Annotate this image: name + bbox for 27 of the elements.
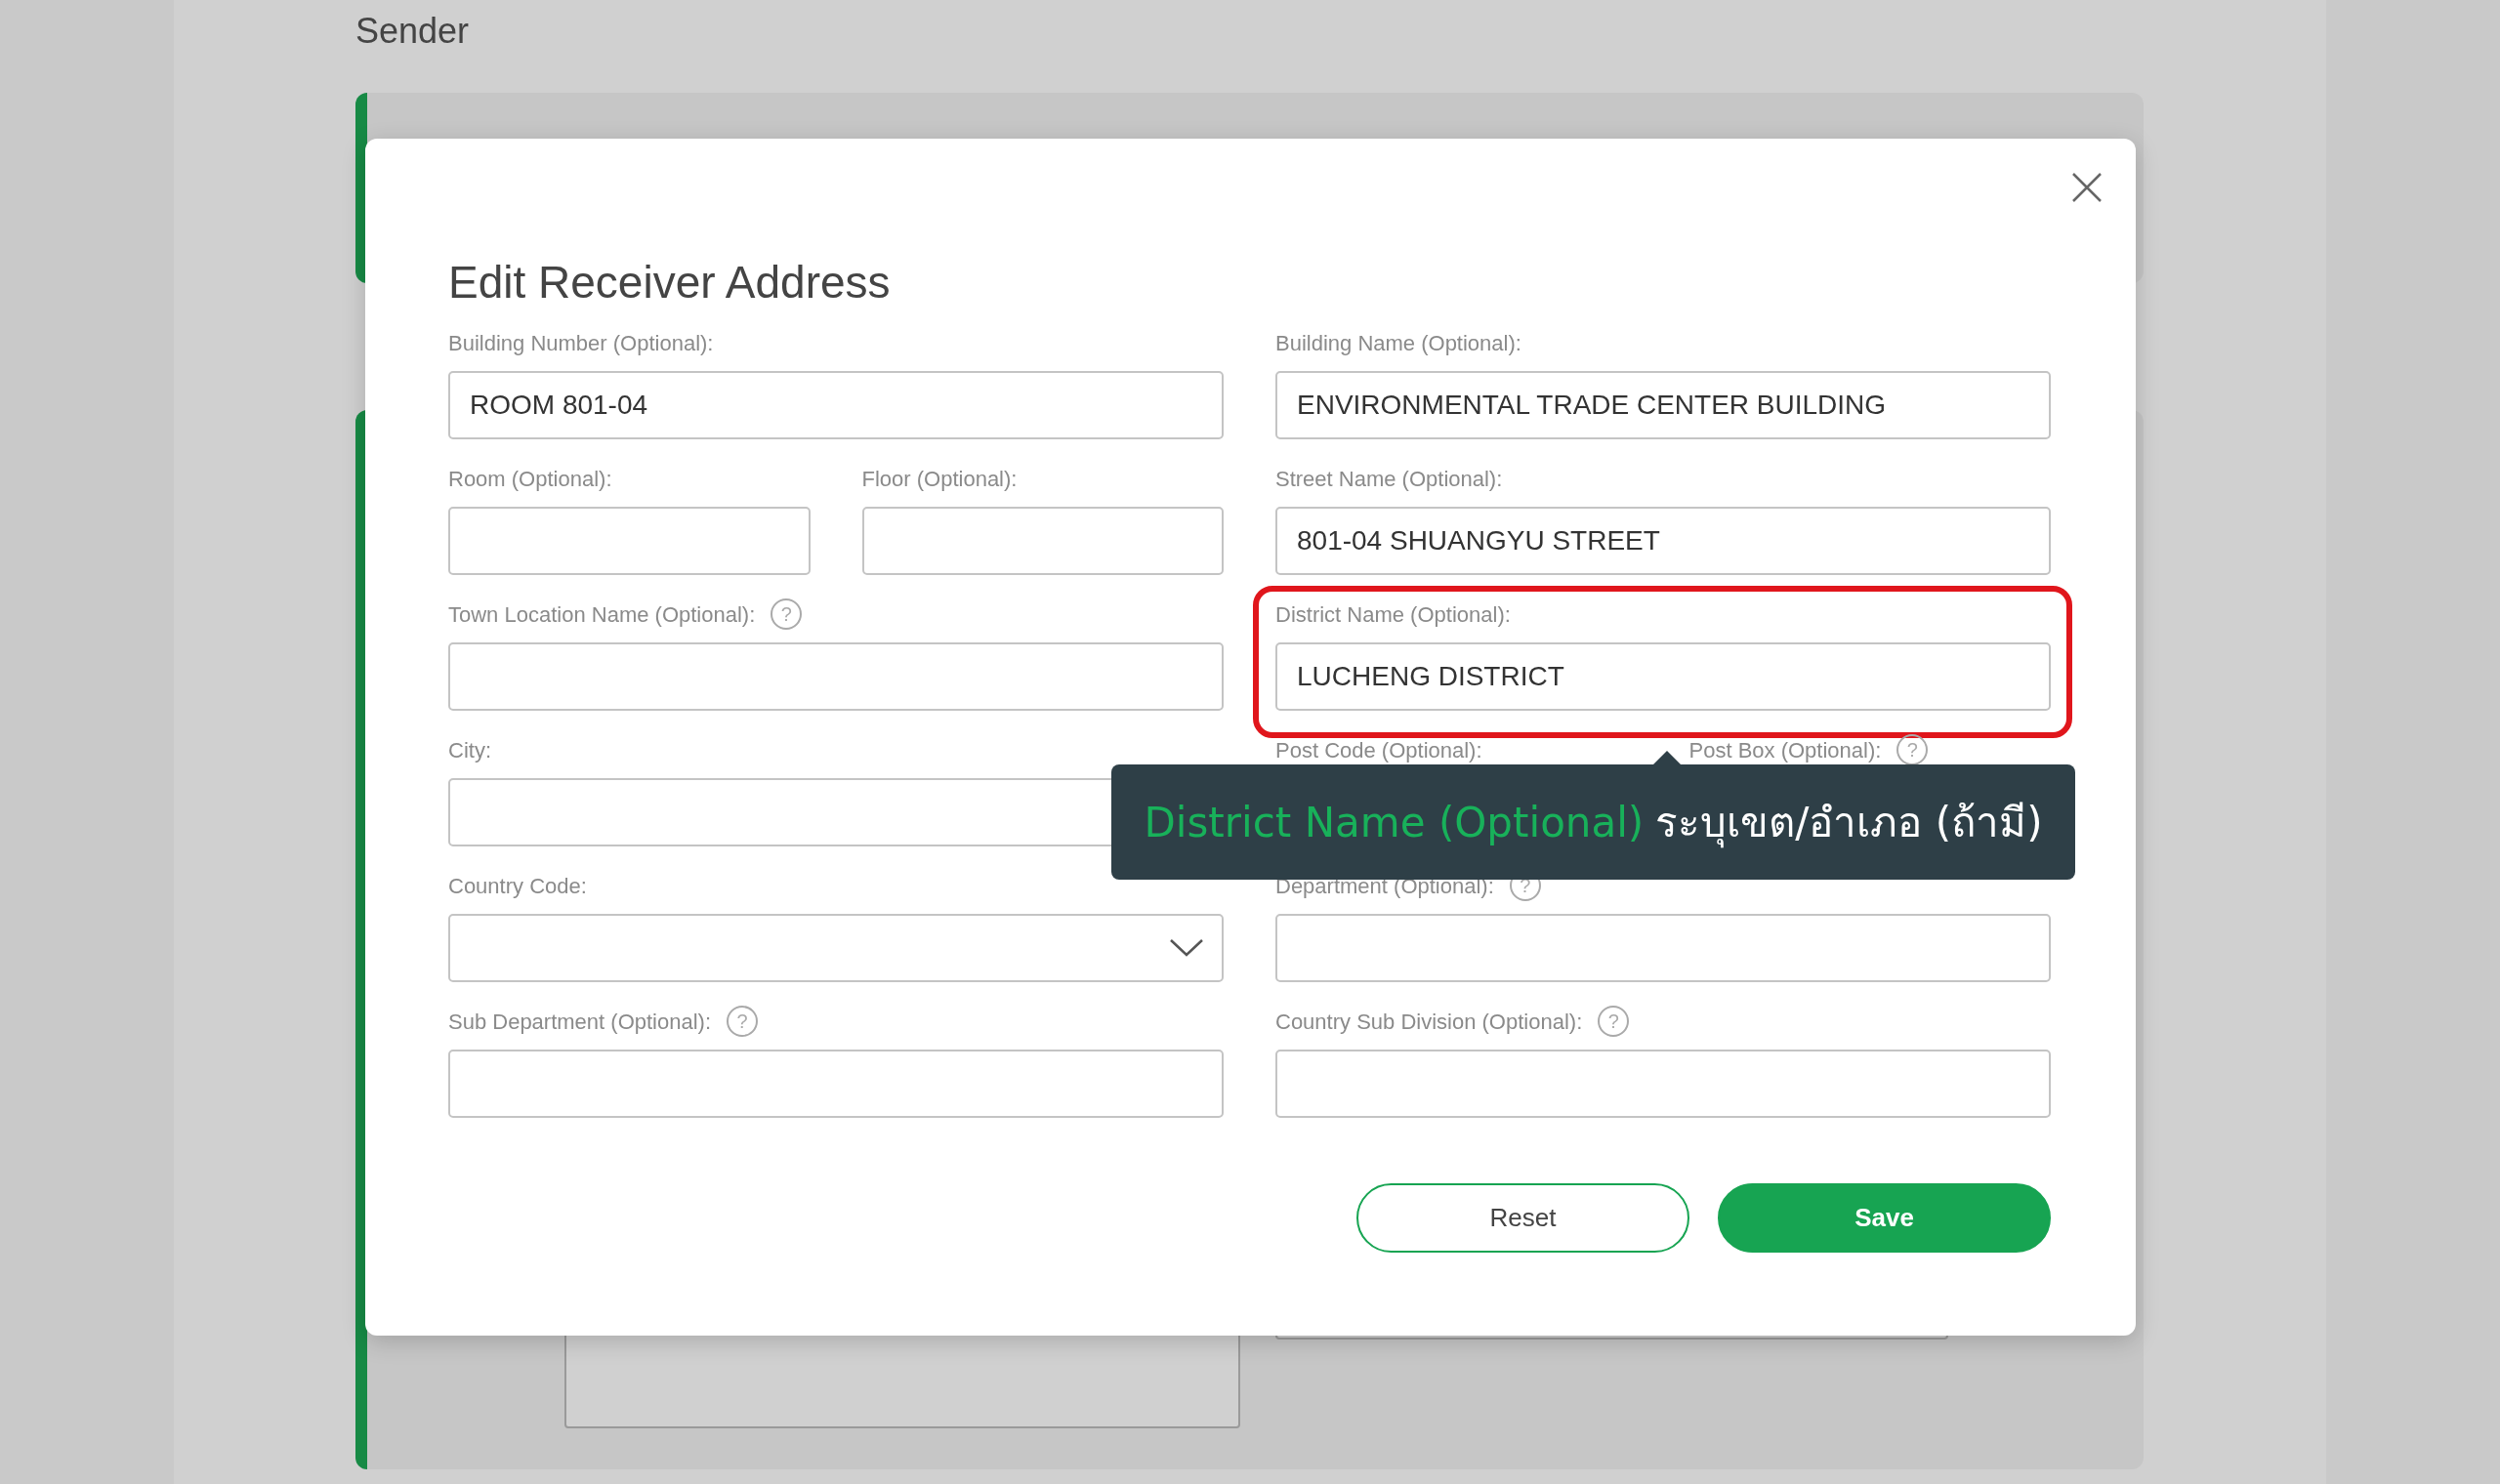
tooltip-term: District Name (Optional) xyxy=(1144,797,1645,848)
field-label: Country Sub Division (Optional): xyxy=(1275,1008,1583,1036)
input-field[interactable]: ROOM 801-04 xyxy=(448,371,1224,439)
field-label: District Name (Optional): xyxy=(1275,600,1511,629)
field-label: Town Location Name (Optional): xyxy=(448,600,756,629)
tooltip-text: ระบุเขต/อำเภอ (ถ้ามี) xyxy=(1655,797,2043,850)
field-label: Street Name (Optional): xyxy=(1275,465,1503,493)
field-label: Sub Department (Optional): xyxy=(448,1008,712,1036)
field-label: Room (Optional): xyxy=(448,465,612,493)
section-heading: Sender xyxy=(355,10,471,53)
help-icon[interactable]: ? xyxy=(1598,1006,1630,1037)
input-field[interactable]: 801-04 SHUANGYU STREET xyxy=(1275,507,2051,575)
help-icon[interactable]: ? xyxy=(771,598,803,630)
reset-button[interactable]: Reset xyxy=(1356,1183,1689,1253)
field-label: Floor (Optional): xyxy=(861,465,1018,493)
field-label: Post Box (Optional): xyxy=(1688,736,1882,764)
field-label: Building Name (Optional): xyxy=(1275,329,1521,357)
field-label: City: xyxy=(448,736,491,764)
field-label: Department (Optional): xyxy=(1275,872,1494,900)
help-icon[interactable]: ? xyxy=(727,1006,759,1037)
save-button[interactable]: Save xyxy=(1718,1183,2051,1253)
field-label: Post Code (Optional): xyxy=(1275,736,1482,764)
dialog-title: Edit Receiver Address xyxy=(448,256,892,309)
field-label: Building Number (Optional): xyxy=(448,329,714,357)
field-label: Country Code: xyxy=(448,872,587,900)
input-field[interactable]: LUCHENG DISTRICT xyxy=(1275,642,2051,711)
input-field[interactable]: ENVIRONMENTAL TRADE CENTER BUILDING xyxy=(1275,371,2051,439)
